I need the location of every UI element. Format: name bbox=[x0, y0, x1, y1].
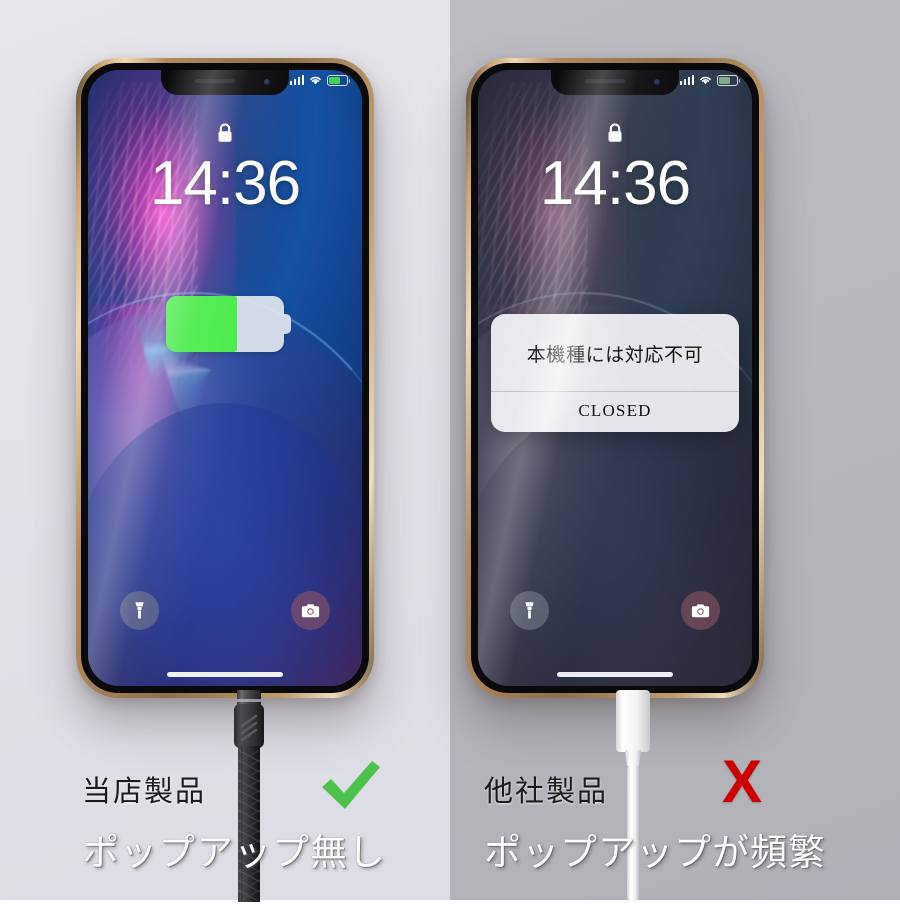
left-status-bar bbox=[289, 75, 351, 86]
left-phone-bezel: 14:36 bbox=[81, 63, 369, 693]
lock-closed-icon bbox=[606, 122, 625, 150]
left-panel: 14:36 当店製品 ポップアップ無し bbox=[0, 0, 450, 903]
right-panel: 14:36 本機種には対応不可 CLOSED 他社製品 ポップアップが頻繁 X bbox=[450, 0, 900, 902]
lock-screen-clock: 14:36 bbox=[539, 149, 691, 218]
incompatible-popup-dialog[interactable]: 本機種には対応不可 CLOSED bbox=[491, 314, 739, 432]
flashlight-icon[interactable] bbox=[510, 591, 549, 630]
cross-mark-label: X bbox=[722, 748, 763, 815]
lock-screen-clock: 14:36 bbox=[149, 149, 301, 218]
cellular-signal-icon bbox=[289, 75, 304, 86]
comparison-stage: 14:36 当店製品 ポップアップ無し 14:36 本機種には対応不可 CLOS… bbox=[0, 0, 900, 903]
left-phone-notch bbox=[161, 70, 289, 95]
earpiece-speaker-icon bbox=[584, 79, 625, 83]
earpiece-speaker-icon bbox=[194, 79, 235, 83]
right-result-label: ポップアップが頻繁 bbox=[484, 833, 826, 874]
flashlight-icon[interactable] bbox=[120, 591, 159, 630]
right-phone-notch bbox=[551, 70, 679, 95]
left-result-label: ポップアップ無し bbox=[82, 833, 386, 874]
camera-icon[interactable] bbox=[681, 591, 720, 630]
check-mark-icon bbox=[318, 757, 384, 820]
left-phone-screen[interactable]: 14:36 bbox=[88, 70, 362, 686]
camera-icon[interactable] bbox=[291, 591, 330, 630]
lock-closed-icon bbox=[216, 122, 235, 150]
right-status-bar bbox=[679, 75, 741, 86]
cellular-signal-icon bbox=[679, 75, 694, 86]
front-camera-icon bbox=[654, 79, 660, 85]
left-phone[interactable]: 14:36 bbox=[76, 58, 374, 698]
battery-icon bbox=[327, 75, 351, 86]
cross-mark-icon: X bbox=[722, 752, 762, 812]
popup-message: 本機種には対応不可 bbox=[526, 345, 704, 366]
home-indicator[interactable] bbox=[167, 672, 283, 677]
front-camera-icon bbox=[264, 79, 270, 85]
popup-close-button[interactable]: CLOSED bbox=[491, 392, 739, 432]
right-phone-bezel: 14:36 本機種には対応不可 CLOSED bbox=[471, 63, 759, 693]
wifi-icon bbox=[699, 75, 712, 85]
right-phone[interactable]: 14:36 本機種には対応不可 CLOSED bbox=[466, 58, 764, 698]
right-product-label: 他社製品 bbox=[484, 776, 609, 808]
wifi-icon bbox=[309, 75, 322, 85]
right-phone-screen[interactable]: 14:36 本機種には対応不可 CLOSED bbox=[478, 70, 752, 686]
charging-battery-indicator bbox=[166, 296, 291, 352]
battery-icon bbox=[717, 75, 741, 86]
right-caption: 他社製品 ポップアップが頻繁 bbox=[484, 768, 826, 876]
home-indicator[interactable] bbox=[557, 672, 673, 677]
